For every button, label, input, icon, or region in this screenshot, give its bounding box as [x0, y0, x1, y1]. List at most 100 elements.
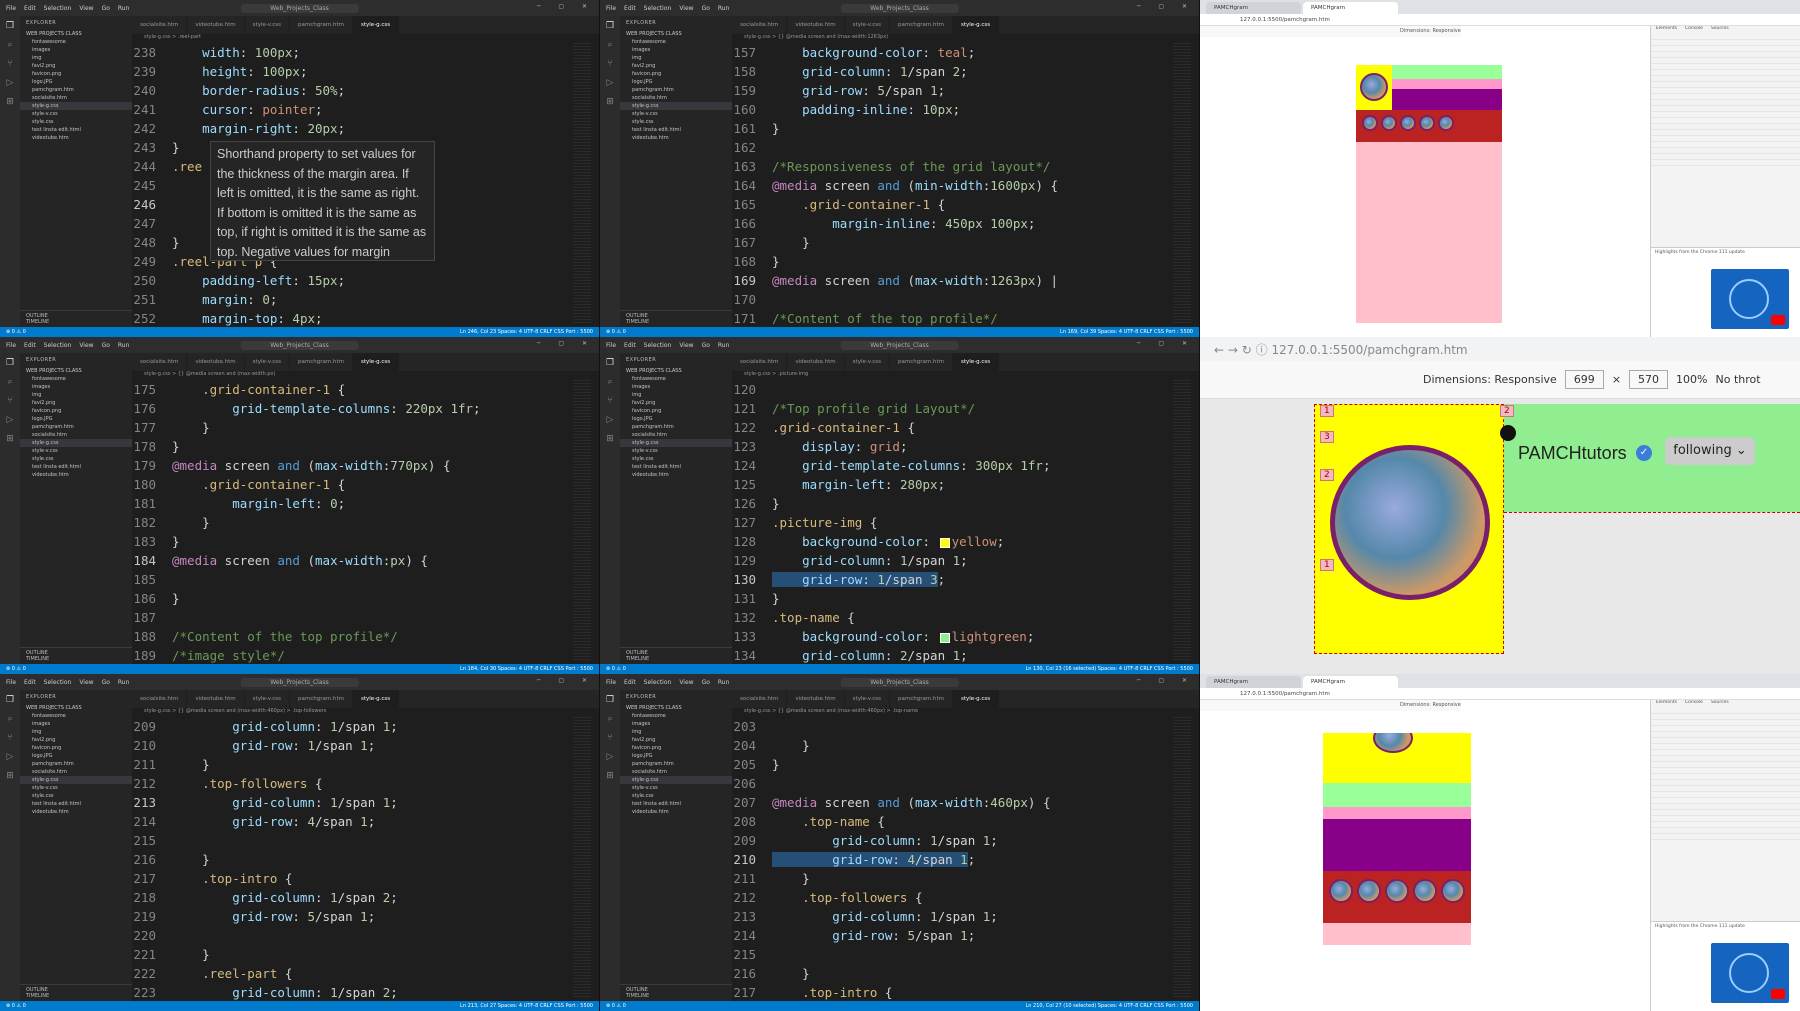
file-item[interactable]: test linsta edit.html — [620, 800, 732, 808]
file-item[interactable]: test linsta edit.html — [20, 126, 132, 134]
extensions-icon[interactable]: ⊞ — [6, 435, 14, 444]
menu-item[interactable]: Edit — [24, 5, 36, 12]
timeline-section[interactable]: TIMELINE — [26, 319, 126, 325]
editor-tab[interactable]: pamchgram.htm — [890, 353, 953, 371]
file-item[interactable]: images — [20, 383, 132, 391]
menu-item[interactable]: File — [606, 342, 616, 349]
source-control-icon[interactable]: ⑂ — [7, 734, 12, 743]
highlight-circle[interactable] — [1438, 115, 1454, 131]
file-item[interactable]: style-v.css — [620, 447, 732, 455]
file-item[interactable]: fontawesome — [20, 712, 132, 720]
search-icon[interactable]: ⌕ — [7, 715, 12, 724]
file-item[interactable]: fontawesome — [620, 375, 732, 383]
file-item[interactable]: img — [620, 391, 732, 399]
editor-tab[interactable]: style-v.css — [245, 690, 291, 708]
run-debug-icon[interactable]: ▷ — [7, 416, 14, 425]
editor-tab[interactable]: socialsite.htm — [732, 16, 788, 34]
zoom-dropdown[interactable]: 100% — [1676, 373, 1707, 386]
remote-icon[interactable]: ⊗ 0 ⚠ 0 — [606, 666, 626, 672]
editor-tab[interactable]: style-v.css — [245, 16, 291, 34]
file-item[interactable]: img — [620, 54, 732, 62]
highlight-circle[interactable] — [1329, 879, 1353, 903]
window-controls[interactable]: ─ ▢ ✕ — [1137, 3, 1195, 10]
explorer-icon[interactable]: ❐ — [606, 359, 614, 368]
highlight-circle[interactable] — [1385, 879, 1409, 903]
command-center[interactable]: Web_Projects_Class — [840, 677, 959, 687]
editor-tab[interactable]: pamchgram.htm — [290, 353, 353, 371]
code-area[interactable]: 157 background-color: teal; 158 grid-colu… — [732, 43, 1171, 327]
minimap[interactable] — [1173, 380, 1191, 660]
browser-tab[interactable]: PAMCHgram — [1206, 676, 1301, 688]
command-center[interactable]: Web_Projects_Class — [840, 340, 959, 350]
file-item[interactable]: favi2.png — [620, 62, 732, 70]
menu-item[interactable]: Edit — [24, 342, 36, 349]
command-center[interactable]: Web_Projects_Class — [240, 3, 359, 13]
project-folder[interactable]: WEB PROJECTS CLASS — [20, 704, 132, 712]
timeline-section[interactable]: TIMELINE — [26, 656, 126, 662]
file-item[interactable]: style-v.css — [20, 447, 132, 455]
browser-tab[interactable]: PAMCHgram — [1206, 2, 1301, 14]
address-bar[interactable]: 127.0.0.1:5500/pamchgram.htm — [1200, 14, 1800, 26]
menu-item[interactable]: Go — [702, 5, 710, 12]
file-item[interactable]: videotube.htm — [620, 808, 732, 816]
remote-icon[interactable]: ⊗ 0 ⚠ 0 — [6, 666, 26, 672]
extensions-icon[interactable]: ⊞ — [606, 772, 614, 781]
file-item[interactable]: logo.JPG — [20, 415, 132, 423]
menu-item[interactable]: View — [79, 5, 93, 12]
editor-tab[interactable]: style-v.css — [845, 690, 891, 708]
file-item[interactable]: style.css — [20, 455, 132, 463]
search-icon[interactable]: ⌕ — [7, 41, 12, 50]
profile-picture[interactable] — [1330, 445, 1490, 600]
search-icon[interactable]: ⌕ — [607, 378, 612, 387]
menu-item[interactable]: Run — [118, 679, 130, 686]
minimap[interactable] — [1173, 717, 1191, 997]
editor-tab[interactable]: videotube.htm — [187, 690, 245, 708]
command-center[interactable]: Web_Projects_Class — [240, 677, 359, 687]
timeline-section[interactable]: TIMELINE — [26, 993, 126, 999]
file-item[interactable]: style-v.css — [20, 110, 132, 118]
explorer-icon[interactable]: ❐ — [6, 22, 14, 31]
file-item[interactable]: pamchgram.htm — [20, 760, 132, 768]
explorer-icon[interactable]: ❐ — [6, 359, 14, 368]
file-item[interactable]: img — [620, 728, 732, 736]
window-controls[interactable]: ─ ▢ ✕ — [537, 677, 595, 684]
devtools-tab[interactable]: Sources — [1711, 700, 1729, 708]
menu-item[interactable]: Edit — [624, 5, 636, 12]
highlight-circle[interactable] — [1441, 879, 1465, 903]
file-item[interactable]: fontawesome — [620, 38, 732, 46]
window-controls[interactable]: ─ ▢ ✕ — [1137, 677, 1195, 684]
browser-tab[interactable]: PAMCHgram — [1303, 676, 1398, 688]
menu-item[interactable]: Edit — [24, 679, 36, 686]
file-item[interactable]: favicon.png — [620, 744, 732, 752]
menu-item[interactable]: Selection — [644, 5, 672, 12]
extensions-icon[interactable]: ⊞ — [6, 98, 14, 107]
menu-item[interactable]: View — [679, 342, 693, 349]
file-item[interactable]: pamchgram.htm — [620, 760, 732, 768]
editor-tab[interactable]: pamchgram.htm — [290, 16, 353, 34]
file-item[interactable]: favicon.png — [20, 70, 132, 78]
devtools-tab[interactable]: Elements — [1656, 700, 1677, 708]
extensions-icon[interactable]: ⊞ — [606, 98, 614, 107]
code-area[interactable]: 203 204 } 205} 206 207 @media screen and (max… — [732, 717, 1171, 1001]
project-folder[interactable]: WEB PROJECTS CLASS — [620, 30, 732, 38]
run-debug-icon[interactable]: ▷ — [607, 79, 614, 88]
file-item[interactable]: favicon.png — [620, 407, 732, 415]
width-input[interactable]: 699 — [1564, 370, 1604, 389]
source-control-icon[interactable]: ⑂ — [607, 60, 612, 69]
file-item[interactable]: favi2.png — [20, 399, 132, 407]
editor-tab[interactable]: style-g.css — [953, 16, 1000, 34]
menu-item[interactable]: Selection — [644, 679, 672, 686]
menu-item[interactable]: View — [679, 5, 693, 12]
editor-tab[interactable]: style-g.css — [353, 353, 400, 371]
file-item[interactable]: pamchgram.htm — [20, 423, 132, 431]
project-folder[interactable]: WEB PROJECTS CLASS — [20, 30, 132, 38]
file-item[interactable]: test linsta edit.html — [620, 126, 732, 134]
address-bar[interactable]: 127.0.0.1:5500/pamchgram.htm — [1271, 343, 1467, 357]
menu-item[interactable]: File — [606, 5, 616, 12]
file-item[interactable]: style.css — [620, 792, 732, 800]
editor-tab[interactable]: pamchgram.htm — [890, 690, 953, 708]
file-item[interactable]: img — [20, 391, 132, 399]
highlight-circle[interactable] — [1362, 115, 1378, 131]
window-controls[interactable]: ─ ▢ ✕ — [537, 340, 595, 347]
menu-item[interactable]: Go — [702, 342, 710, 349]
